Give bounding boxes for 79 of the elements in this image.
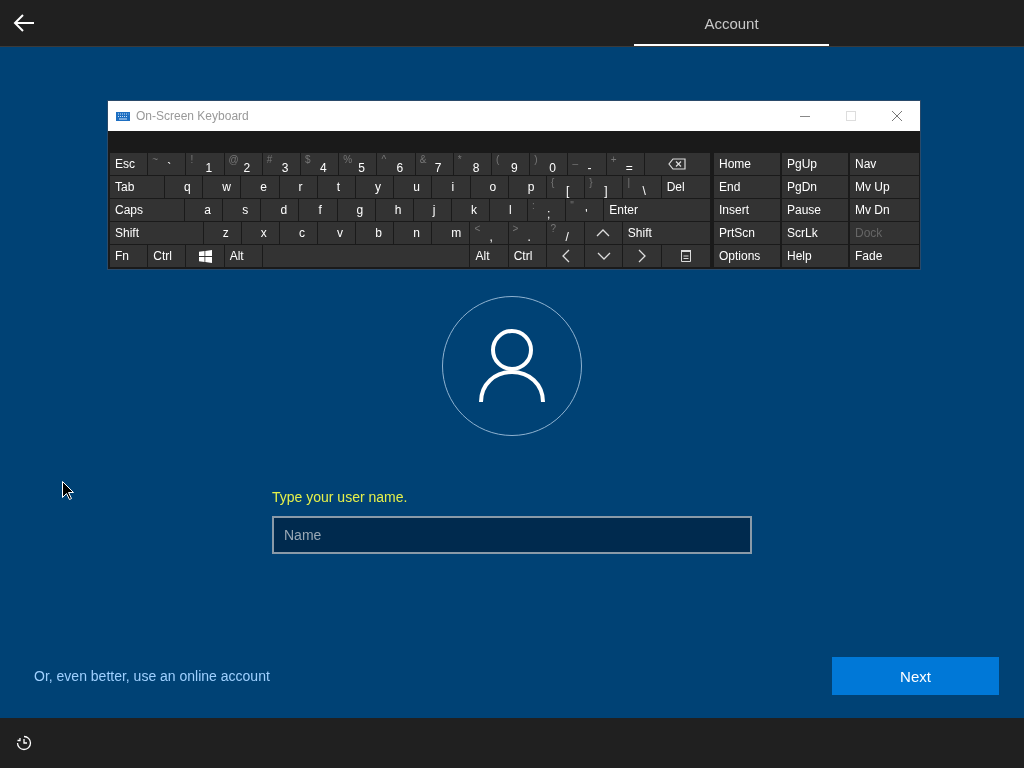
keyboard-key[interactable]: m	[432, 222, 470, 244]
keyboard-key[interactable]: { [	[547, 176, 585, 198]
keyboard-key[interactable]: Shift	[622, 222, 710, 244]
keyboard-key[interactable]: k	[451, 199, 489, 221]
keyboard-key[interactable]: z	[203, 222, 241, 244]
keyboard-key[interactable]: t	[317, 176, 355, 198]
keyboard-key[interactable]: Options	[714, 245, 780, 267]
keyboard-key[interactable]: Alt	[470, 245, 508, 267]
keyboard-key[interactable]: Ctrl	[148, 245, 186, 267]
keyboard-key[interactable]: PgDn	[782, 176, 848, 198]
keyboard-key[interactable]: j	[413, 199, 451, 221]
keyboard-key[interactable]: } ]	[585, 176, 623, 198]
keyboard-key[interactable]: g	[337, 199, 375, 221]
keyboard-key[interactable]: * 8	[453, 153, 492, 175]
keyboard-key[interactable]: + =	[606, 153, 644, 175]
tab[interactable]: Account	[634, 0, 829, 46]
keyboard-key[interactable]: | \	[623, 176, 661, 198]
keyboard-key[interactable]: Mv Up	[850, 176, 919, 198]
keyboard-key[interactable]: Pause	[782, 199, 848, 221]
keyboard-key[interactable]: < ,	[470, 222, 508, 244]
keyboard-key[interactable]: " '	[566, 199, 604, 221]
keyboard-key[interactable]: v	[318, 222, 356, 244]
keyboard-key[interactable]: q	[164, 176, 203, 198]
keyboard-key[interactable]: Help	[782, 245, 848, 267]
keyboard-key[interactable]: ScrLk	[782, 222, 848, 244]
keyboard-key[interactable]: Insert	[714, 199, 780, 221]
keyboard-key[interactable]: ( 9	[492, 153, 530, 175]
keyboard-key[interactable]: l	[489, 199, 528, 221]
keyboard-key[interactable]: ~ `	[148, 153, 186, 175]
keyboard-key[interactable]: y	[355, 176, 394, 198]
keyboard-key[interactable]: p	[508, 176, 546, 198]
keyboard-key[interactable]: End	[714, 176, 780, 198]
keyboard-key[interactable]: Nav	[850, 153, 919, 175]
keyboard-key[interactable]: d	[261, 199, 299, 221]
keyboard-key[interactable]: # 3	[262, 153, 301, 175]
name-field[interactable]: Name	[272, 516, 752, 554]
keyboard-key[interactable]: Tab	[110, 176, 164, 198]
keyboard-key[interactable]: f	[299, 199, 337, 221]
keyboard-key[interactable]: % 5	[339, 153, 377, 175]
keyboard-key[interactable]: PgUp	[782, 153, 848, 175]
keyboard-key[interactable]: : ;	[528, 199, 566, 221]
keyboard-key[interactable]: $ 4	[301, 153, 339, 175]
keyboard-key[interactable]: ? /	[546, 222, 584, 244]
keyboard-key[interactable]: u	[394, 176, 432, 198]
keyboard-key[interactable]: ! 1	[186, 153, 224, 175]
keyboard-key[interactable]: Home	[714, 153, 780, 175]
keyboard-key[interactable]: c	[279, 222, 318, 244]
keyboard-key[interactable]: Alt	[224, 245, 262, 267]
prompt-text: Type your user name.	[272, 489, 409, 505]
keyboard-key[interactable]: o	[470, 176, 508, 198]
online-account-link[interactable]: Or, even better, use an online account	[34, 668, 270, 684]
keyboard-key[interactable]: _ -	[568, 153, 606, 175]
keyboard-key[interactable]: Mv Dn	[850, 199, 919, 221]
keyboard-key[interactable]: e	[241, 176, 279, 198]
keyboard-key[interactable]: Esc	[110, 153, 148, 175]
keyboard-key[interactable]: s	[223, 199, 261, 221]
keyboard-key[interactable]: @ 2	[224, 153, 262, 175]
keyboard-key[interactable]: h	[375, 199, 413, 221]
keyboard-key[interactable]: ) 0	[530, 153, 568, 175]
keyboard-key[interactable]: x	[241, 222, 279, 244]
keyboard-key[interactable]: i	[432, 176, 470, 198]
keyboard-key[interactable]: Shift	[110, 222, 203, 244]
window-title: On-Screen Keyboard	[136, 109, 249, 123]
keyboard-key[interactable]: w	[203, 176, 241, 198]
keyboard-key[interactable]: Fn	[110, 245, 148, 267]
keyboard-key[interactable]: PrtScn	[714, 222, 780, 244]
keyboard-key[interactable]: a	[185, 199, 223, 221]
keyboard-key[interactable]: n	[394, 222, 432, 244]
keyboard-key[interactable]: ^ 6	[377, 153, 415, 175]
next-button[interactable]: Next	[832, 657, 999, 695]
keyboard-key[interactable]: r	[279, 176, 317, 198]
keyboard-key[interactable]: Ctrl	[508, 245, 546, 267]
keyboard-key[interactable]: Del	[661, 176, 710, 198]
keyboard-key[interactable]: & 7	[415, 153, 453, 175]
keyboard-key[interactable]: b	[356, 222, 394, 244]
keyboard-key[interactable]: > .	[508, 222, 546, 244]
keyboard-key[interactable]: Enter	[604, 199, 710, 221]
keyboard-key[interactable]: Caps	[110, 199, 185, 221]
keyboard-key[interactable]: Fade	[850, 245, 919, 267]
